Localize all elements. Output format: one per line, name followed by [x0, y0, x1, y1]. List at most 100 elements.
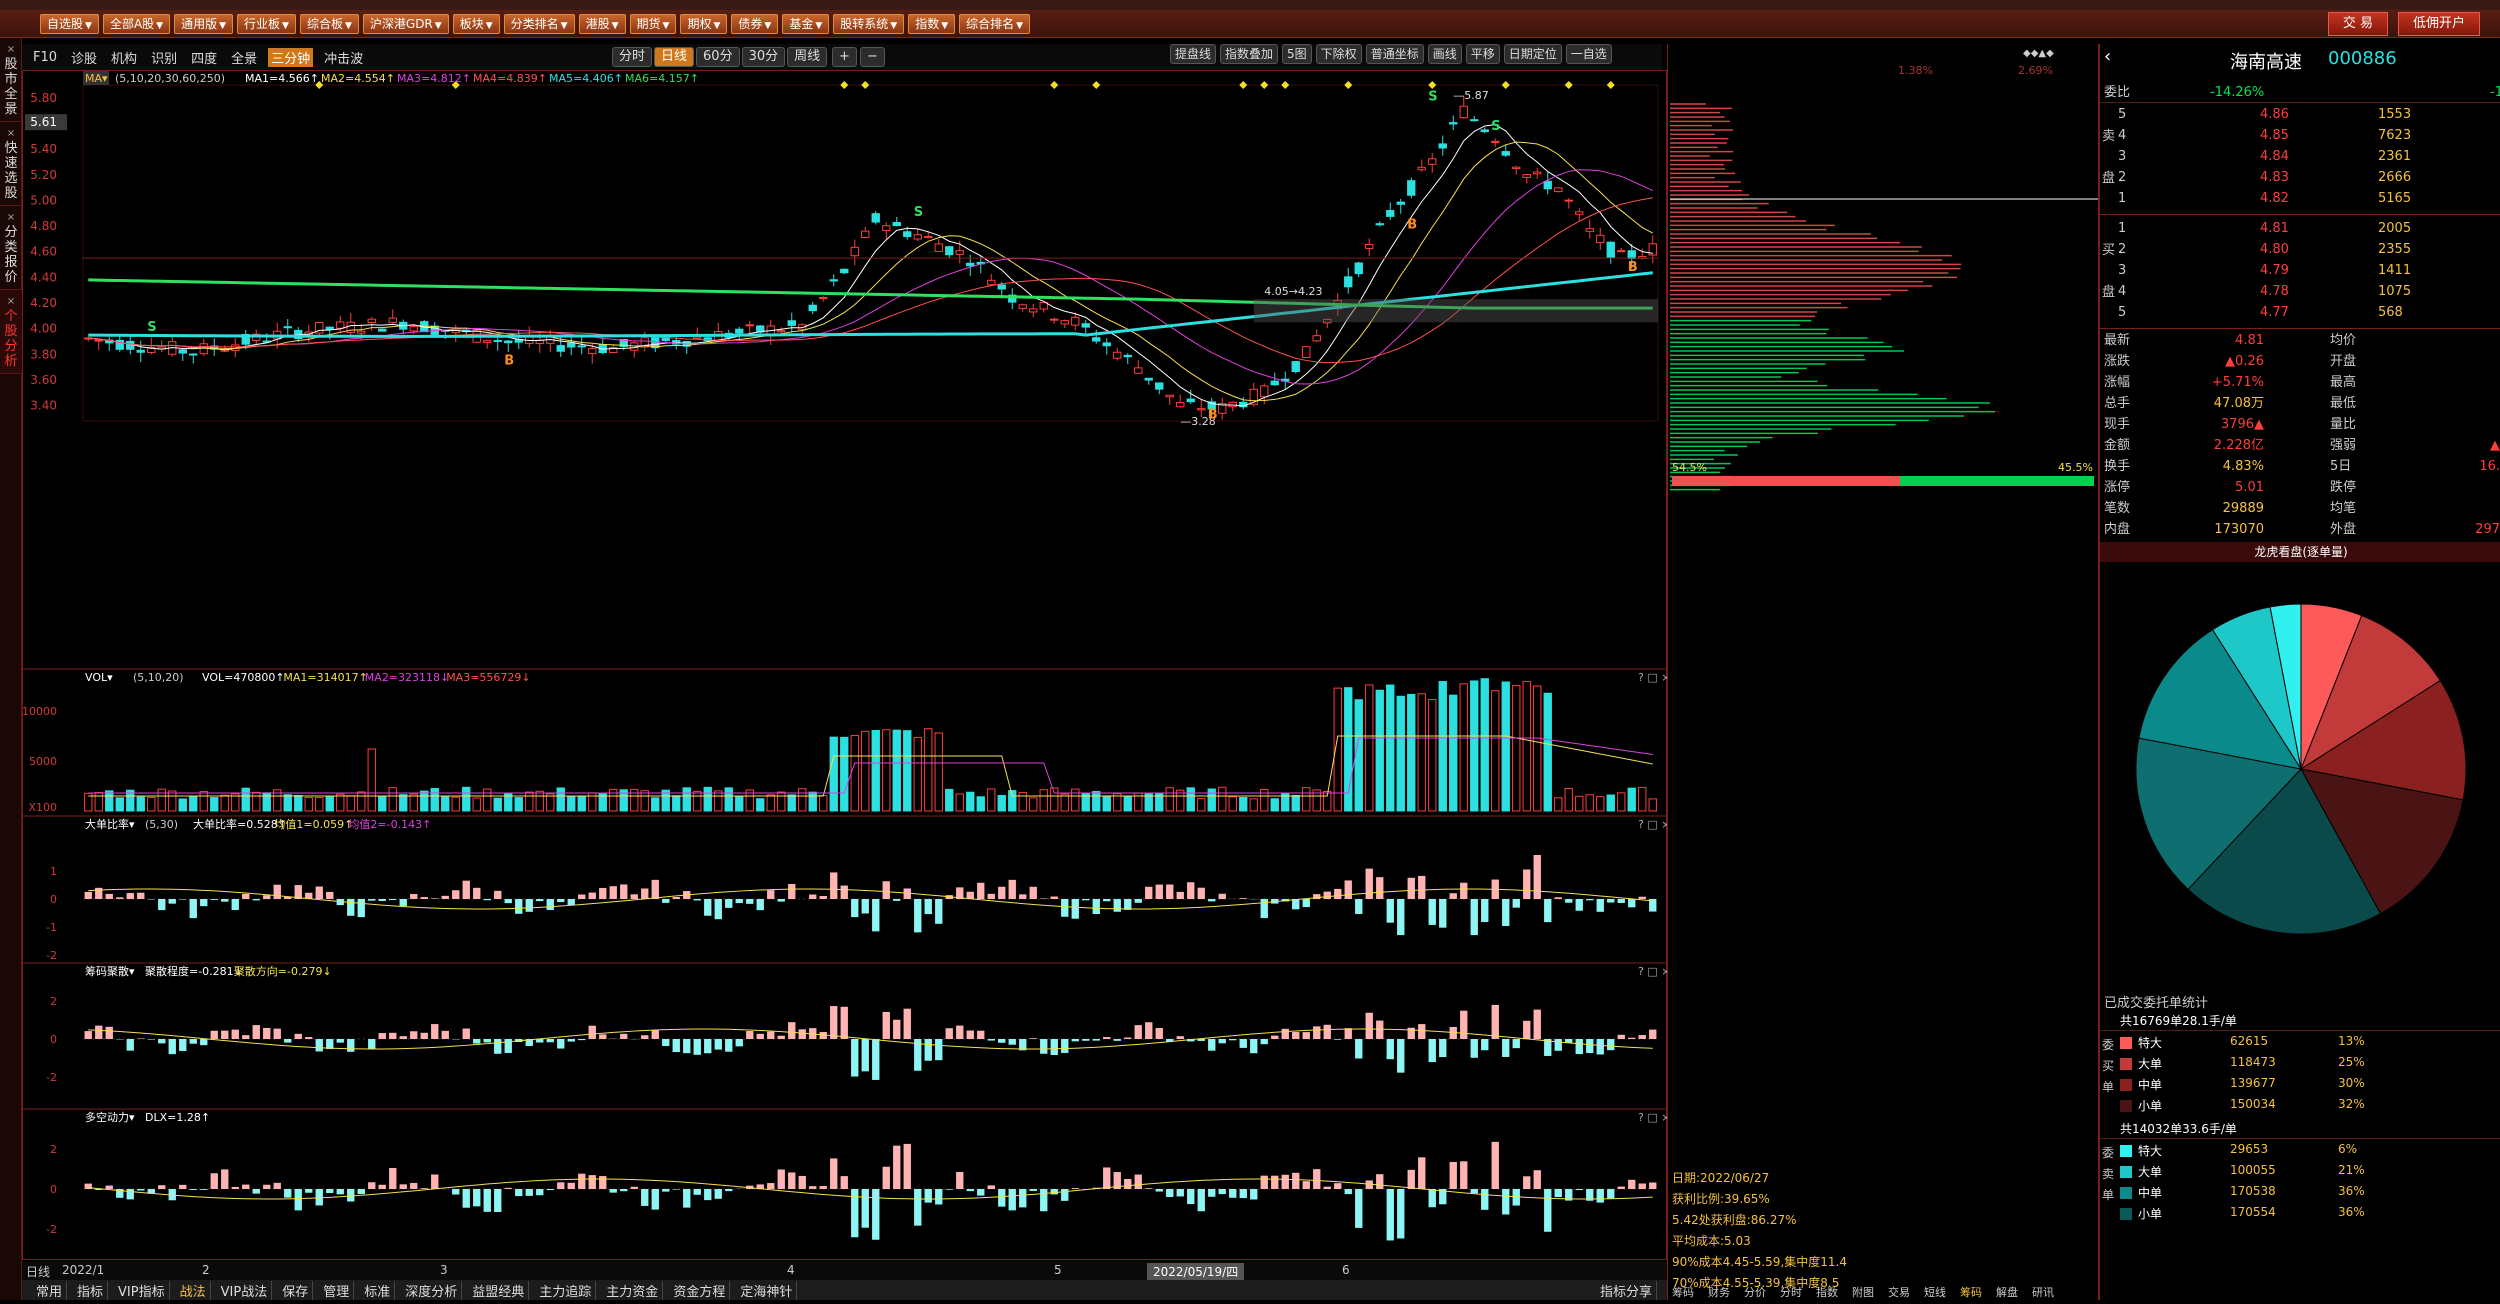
toolbar-button[interactable]: 分类排名▼	[504, 14, 575, 34]
sell-level-row[interactable]: 34.842361	[2100, 146, 2500, 167]
zoom-out-button[interactable]: −	[860, 47, 885, 67]
bottom-tab[interactable]: 益盟经典	[468, 1281, 529, 1300]
ind2-bar	[127, 1039, 134, 1051]
header-tab[interactable]: F10	[30, 50, 60, 65]
ind1-bar	[1040, 898, 1047, 899]
bottom-tab[interactable]: VIP战法	[217, 1281, 273, 1300]
toolbar-button[interactable]: 自选股▼	[40, 14, 99, 34]
chip-tab: 交易	[1888, 1285, 1910, 1299]
level-number: 2	[2118, 239, 2126, 260]
chart-tool[interactable]: 提盘线	[1170, 44, 1216, 64]
toolbar-button[interactable]: 债券▼	[731, 14, 778, 34]
ind2-bar	[578, 1039, 585, 1040]
sell-level-row[interactable]: 54.861553	[2100, 104, 2500, 125]
close-icon[interactable]: ×	[0, 294, 22, 309]
close-icon[interactable]: ×	[0, 42, 22, 57]
zoom-in-button[interactable]: +	[832, 47, 857, 67]
header-tab[interactable]: 三分钟	[268, 48, 313, 67]
chart-tool[interactable]: 5图	[1282, 44, 1312, 64]
period-tab[interactable]: 日线	[654, 47, 694, 67]
header-tab[interactable]: 识别	[148, 48, 180, 67]
back-icon[interactable]: ‹	[2104, 46, 2111, 67]
chart-area[interactable]: 4.05→4.23—5.87—3.28SSBBSSBB5.805.615.405…	[22, 70, 1667, 1260]
ind3-bar	[410, 1183, 417, 1189]
stats-side-label: 卖	[2102, 1165, 2114, 1182]
header-tab[interactable]: 冲击波	[321, 48, 366, 67]
left-nav-item[interactable]: ×个股分析	[0, 290, 22, 374]
ind2-bar	[85, 1031, 92, 1039]
bottom-tab[interactable]: 指标分享	[1596, 1281, 1657, 1300]
header-tab[interactable]: 四度	[188, 48, 220, 67]
left-nav-item[interactable]: ×股市全景	[0, 38, 22, 122]
left-nav-item[interactable]: ×分类报价	[0, 206, 22, 290]
buy-level-row[interactable]: 54.77568	[2100, 302, 2500, 323]
header-tab[interactable]: 机构	[108, 48, 140, 67]
bottom-tab[interactable]: 标准	[360, 1281, 395, 1300]
toolbar-button[interactable]: 综合板▼	[300, 14, 359, 34]
buy-level-row[interactable]: 14.812005	[2100, 218, 2500, 239]
left-nav-item[interactable]: ×快速选股	[0, 122, 22, 206]
sell-level-row[interactable]: 44.857623	[2100, 125, 2500, 146]
ind2-bar	[1009, 1039, 1016, 1045]
bottom-tab[interactable]: 定海神针	[736, 1281, 797, 1300]
kline-svg[interactable]: 4.05→4.23—5.87—3.28SSBBSSBB5.805.615.405…	[23, 71, 1668, 1261]
toolbar-button[interactable]: 指数▼	[908, 14, 955, 34]
quote-row: 总手47.08万最低	[2100, 393, 2500, 414]
quote-value: 4.81	[2235, 330, 2264, 351]
bottom-tab[interactable]: VIP指标	[114, 1281, 170, 1300]
chart-tool[interactable]: 画线	[1428, 44, 1462, 64]
toolbar-button[interactable]: 通用版▼	[174, 14, 233, 34]
chart-tool[interactable]: 一自选	[1566, 44, 1612, 64]
ind1-bar	[1523, 870, 1530, 899]
sell-level-row[interactable]: 14.825165	[2100, 188, 2500, 209]
toolbar-button[interactable]: 港股▼	[579, 14, 626, 34]
period-tab[interactable]: 周线	[787, 47, 827, 67]
toolbar-button[interactable]: 股转系统▼	[833, 14, 904, 34]
bottom-tab[interactable]: 常用	[32, 1281, 67, 1300]
toolbar-button[interactable]: 综合排名▼	[959, 14, 1030, 34]
chart-tool[interactable]: 平移	[1466, 44, 1500, 64]
candle-body	[190, 354, 197, 355]
bottom-tab[interactable]: 战法	[176, 1281, 211, 1300]
ind3-bar	[421, 1188, 428, 1189]
toolbar-button[interactable]: 全部A股▼	[103, 14, 170, 34]
bottom-tab[interactable]: 主力资金	[602, 1281, 663, 1300]
close-icon[interactable]: ×	[0, 210, 22, 225]
open-account-button[interactable]: 低佣开户	[2398, 12, 2480, 36]
header-tab[interactable]: 全景	[228, 48, 260, 67]
buy-level-row[interactable]: 34.791411	[2100, 260, 2500, 281]
bottom-tab[interactable]: 保存	[278, 1281, 313, 1300]
chart-tool[interactable]: 指数叠加	[1220, 44, 1278, 64]
buy-level-row[interactable]: 24.802355	[2100, 239, 2500, 260]
bottom-tab[interactable]: 管理	[319, 1281, 354, 1300]
ind1-bar	[137, 893, 144, 899]
sell-level-row[interactable]: 24.832666	[2100, 167, 2500, 188]
bottom-tab[interactable]: 指标	[73, 1281, 108, 1300]
close-icon[interactable]: ×	[0, 126, 22, 141]
toolbar-button[interactable]: 期权▼	[680, 14, 727, 34]
toolbar-button[interactable]: 期货▼	[630, 14, 677, 34]
dropdown-arrow-icon: ▼	[941, 21, 948, 31]
buy-level-row[interactable]: 44.781075	[2100, 281, 2500, 302]
ind3-axis-label: -2	[46, 1223, 57, 1236]
volume-bar	[1093, 792, 1100, 811]
chart-tool[interactable]: 下除权	[1316, 44, 1362, 64]
bottom-tab[interactable]: 资金方程	[669, 1281, 730, 1300]
toolbar-button[interactable]: 行业板▼	[237, 14, 296, 34]
ind1-bar	[494, 891, 501, 899]
chart-tool[interactable]: 日期定位	[1504, 44, 1562, 64]
trade-button[interactable]: 交 易	[2328, 12, 2388, 36]
chart-tool[interactable]: 普通坐标	[1366, 44, 1424, 64]
toolbar-button[interactable]: 板块▼	[453, 14, 500, 34]
header-tab[interactable]: 诊股	[68, 48, 100, 67]
period-tab[interactable]: 30分	[742, 47, 786, 67]
period-tab[interactable]: 60分	[696, 47, 740, 67]
ind2-bar	[725, 1039, 732, 1052]
volume-bar	[757, 799, 764, 811]
toolbar-button[interactable]: 基金▼	[782, 14, 829, 34]
bottom-tab[interactable]: 主力追踪	[535, 1281, 596, 1300]
volume-bar	[179, 799, 186, 811]
bottom-tab[interactable]: 深度分析	[401, 1281, 462, 1300]
period-tab[interactable]: 分时	[612, 47, 652, 67]
toolbar-button[interactable]: 沪深港GDR▼	[363, 14, 449, 34]
